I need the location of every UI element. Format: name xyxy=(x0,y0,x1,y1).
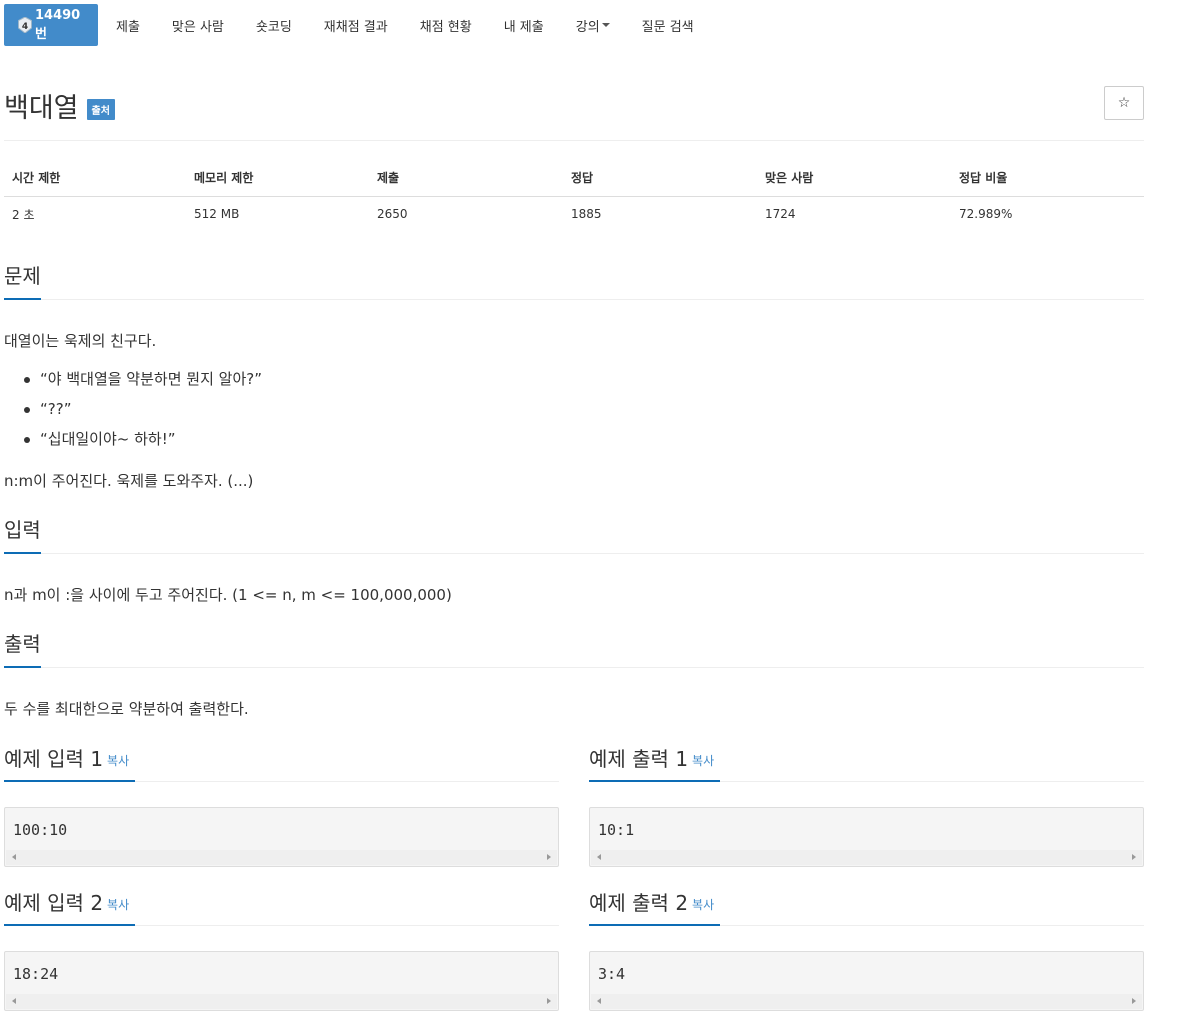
header-submissions: 제출 xyxy=(369,160,563,197)
sample-output-2-title-wrap: 예제 출력 2 복사 xyxy=(589,888,721,926)
sample-output-2-header: 예제 출력 2 복사 xyxy=(589,888,1144,926)
nav-submit-label: 제출 xyxy=(116,19,140,35)
info-value-row: 2 초 512 MB 2650 1885 1724 72.989% xyxy=(4,196,1144,232)
list-item: “??” xyxy=(24,397,262,427)
scroll-left-icon[interactable] xyxy=(597,998,601,1004)
nav-solved-users-label: 맞은 사람 xyxy=(171,19,224,35)
horizontal-scrollbar[interactable] xyxy=(591,850,1142,865)
problem-section-title: 문제 xyxy=(4,262,41,300)
sample-output-2-title: 예제 출력 2 xyxy=(589,891,689,915)
scroll-left-icon[interactable] xyxy=(597,854,601,860)
scroll-right-icon[interactable] xyxy=(1132,854,1136,860)
sample-output-1-title-wrap: 예제 출력 1 복사 xyxy=(589,744,721,782)
value-submissions: 2650 xyxy=(377,207,408,222)
output-description: 두 수를 최대한으로 약분하여 출력한다. xyxy=(4,700,249,718)
scroll-left-icon[interactable] xyxy=(12,854,16,860)
list-item: “십대일이야~ 하하!” xyxy=(24,427,262,457)
value-memory-limit: 512 MB xyxy=(194,207,240,222)
value-accept-ratio: 72.989% xyxy=(959,207,1013,222)
nav-short-coding-label: 숏코딩 xyxy=(255,19,292,35)
title-divider xyxy=(4,140,1144,141)
sample-input-1-header: 예제 입력 1 복사 xyxy=(4,744,559,782)
svg-text:4: 4 xyxy=(22,22,28,32)
problem-title-row: 백대열 출처 xyxy=(4,86,115,125)
nav-submit[interactable]: 제출 xyxy=(98,4,156,46)
nav-short-coding[interactable]: 숏코딩 xyxy=(240,4,308,46)
sample-input-2-title: 예제 입력 2 xyxy=(4,891,104,915)
problem-outro: n:m이 주어진다. 욱제를 도와주자. (...) xyxy=(4,472,254,490)
copy-sample-output-1-link[interactable]: 복사 xyxy=(692,754,714,768)
problem-info-table: 시간 제한 메모리 제한 제출 정답 맞은 사람 정답 비율 2 초 512 M… xyxy=(4,160,1144,232)
sample-output-2-text: 3:4 xyxy=(598,965,626,983)
nav-judge-status[interactable]: 채점 현황 xyxy=(404,4,488,46)
sample-input-2-box[interactable]: 18:24 xyxy=(4,951,559,1011)
star-icon: ☆ xyxy=(1117,95,1131,111)
sample-input-1-title: 예제 입력 1 xyxy=(4,747,104,771)
input-description: n과 m이 :을 사이에 두고 주어진다. (1 <= n, m <= 100,… xyxy=(4,586,452,604)
problem-nav: 4 14490번 제출 맞은 사람 숏코딩 재채점 결과 채점 현황 내 제출 … xyxy=(4,4,710,46)
input-section-header: 입력 xyxy=(4,516,1144,554)
value-solved-users: 1724 xyxy=(765,207,796,222)
scroll-right-icon[interactable] xyxy=(547,998,551,1004)
favorite-star-button[interactable]: ☆ xyxy=(1104,86,1144,120)
sample-input-2-title-wrap: 예제 입력 2 복사 xyxy=(4,888,136,926)
scroll-left-icon[interactable] xyxy=(12,998,16,1004)
value-accepted: 1885 xyxy=(571,207,602,222)
problem-section-header: 문제 xyxy=(4,262,1144,300)
header-accept-ratio: 정답 비율 xyxy=(951,160,1144,197)
horizontal-scrollbar[interactable] xyxy=(591,994,1142,1009)
copy-sample-input-1-link[interactable]: 복사 xyxy=(107,754,129,768)
output-section-title: 출력 xyxy=(4,630,41,668)
nav-my-submissions[interactable]: 내 제출 xyxy=(488,4,560,46)
problem-title: 백대열 xyxy=(4,93,79,124)
scroll-right-icon[interactable] xyxy=(1132,998,1136,1004)
sample-output-1-box[interactable]: 10:1 xyxy=(589,807,1144,867)
sample-input-2-header: 예제 입력 2 복사 xyxy=(4,888,559,926)
copy-sample-input-2-link[interactable]: 복사 xyxy=(107,898,129,912)
problem-bullet-list: “야 백대열을 약분하면 뭔지 알아?” “??” “십대일이야~ 하하!” xyxy=(24,367,262,457)
nav-rejudge-results[interactable]: 재채점 결과 xyxy=(308,4,404,46)
caret-down-icon xyxy=(601,23,610,27)
sample-input-1-text: 100:10 xyxy=(13,821,68,839)
header-time-limit: 시간 제한 xyxy=(4,160,186,197)
list-item: “야 백대열을 약분하면 뭔지 알아?” xyxy=(24,367,262,397)
problem-intro: 대열이는 욱제의 친구다. xyxy=(4,332,157,350)
header-solved-users: 맞은 사람 xyxy=(757,160,951,197)
info-header-row: 시간 제한 메모리 제한 제출 정답 맞은 사람 정답 비율 xyxy=(4,160,1144,197)
tier-icon: 4 xyxy=(18,17,32,33)
nav-question-search-label: 질문 검색 xyxy=(641,19,694,35)
nav-lectures-label: 강의 xyxy=(575,19,600,35)
horizontal-scrollbar[interactable] xyxy=(6,850,557,865)
nav-lectures-dropdown[interactable]: 강의 xyxy=(560,4,626,46)
output-section-header: 출력 xyxy=(4,630,1144,668)
nav-question-search[interactable]: 질문 검색 xyxy=(626,4,710,46)
sample-output-2-box[interactable]: 3:4 xyxy=(589,951,1144,1011)
sample-input-1-title-wrap: 예제 입력 1 복사 xyxy=(4,744,136,782)
nav-my-submissions-label: 내 제출 xyxy=(503,19,544,35)
nav-rejudge-label: 재채점 결과 xyxy=(323,19,388,35)
copy-sample-output-2-link[interactable]: 복사 xyxy=(692,898,714,912)
problem-id-tab[interactable]: 4 14490번 xyxy=(4,4,98,46)
problem-id-label: 14490번 xyxy=(35,8,81,42)
nav-judge-status-label: 채점 현황 xyxy=(419,19,472,35)
value-time-limit: 2 초 xyxy=(12,207,35,222)
sample-output-1-header: 예제 출력 1 복사 xyxy=(589,744,1144,782)
nav-solved-users[interactable]: 맞은 사람 xyxy=(156,4,240,46)
horizontal-scrollbar[interactable] xyxy=(6,994,557,1009)
sample-input-1-box[interactable]: 100:10 xyxy=(4,807,559,867)
header-memory-limit: 메모리 제한 xyxy=(186,160,369,197)
sample-output-1-title: 예제 출력 1 xyxy=(589,747,689,771)
sample-input-2-text: 18:24 xyxy=(13,965,59,983)
header-accepted: 정답 xyxy=(563,160,757,197)
sample-output-1-text: 10:1 xyxy=(598,821,635,839)
source-badge[interactable]: 출처 xyxy=(86,98,115,120)
input-section-title: 입력 xyxy=(4,516,41,554)
scroll-right-icon[interactable] xyxy=(547,854,551,860)
